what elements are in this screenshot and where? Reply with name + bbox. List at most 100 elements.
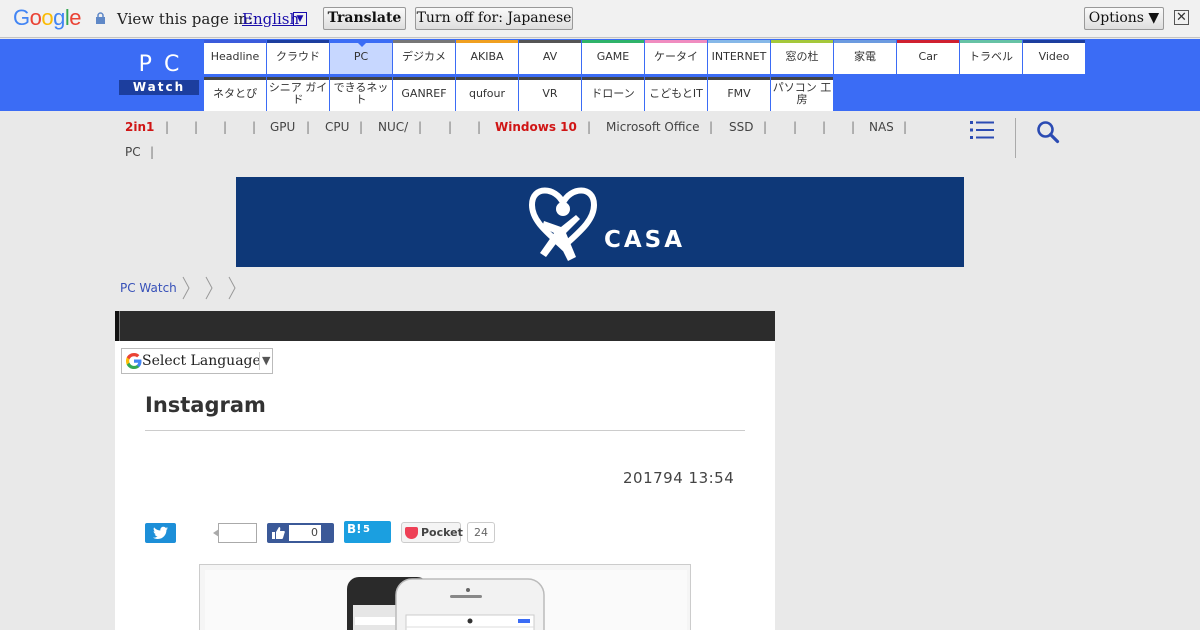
twitter-share-button[interactable] xyxy=(145,523,176,543)
keyword-link[interactable]: NUC/ xyxy=(378,120,408,134)
nav-item-label: ケータイ xyxy=(654,50,698,63)
nav-item[interactable]: ドローン xyxy=(582,77,644,111)
chevron-right-icon xyxy=(228,276,236,300)
nav-item-label: INTERNET xyxy=(711,50,767,63)
thumbs-up-icon xyxy=(272,527,285,539)
nav-item-label: できるネット xyxy=(333,81,389,106)
nav-item-label: 家電 xyxy=(854,50,876,63)
keyword-link[interactable]: Microsoft Office xyxy=(606,120,699,134)
article-header-bar xyxy=(115,311,775,341)
divider xyxy=(1015,118,1016,158)
nav-item[interactable]: パソコン 工房 xyxy=(771,77,833,111)
nav-item[interactable]: GAME xyxy=(582,40,644,74)
hatena-count: 5 xyxy=(363,524,370,535)
translate-button[interactable]: Translate xyxy=(323,7,406,30)
nav-item-label: GAME xyxy=(596,50,630,63)
breadcrumb-home[interactable]: PC Watch xyxy=(120,281,177,295)
nav-item[interactable]: PC xyxy=(330,40,392,74)
nav-item[interactable]: qufour xyxy=(456,77,518,111)
article-title: Instagram xyxy=(145,393,266,417)
pocket-label: Pocket xyxy=(421,526,463,539)
facebook-like-button[interactable]: 0 xyxy=(267,523,334,543)
nav-item-label: 窓の杜 xyxy=(785,50,819,63)
language-select[interactable]: Select Language ▼ xyxy=(121,348,273,374)
nav-item[interactable]: トラベル xyxy=(960,40,1022,74)
nav-item-label: パソコン 工房 xyxy=(772,81,832,106)
google-g-icon xyxy=(126,353,142,369)
nav-item-label: トラベル xyxy=(969,50,1013,63)
logo-watch: Watch xyxy=(119,80,199,95)
nav-item[interactable]: VR xyxy=(519,77,581,111)
keyword-link[interactable]: Windows 10 xyxy=(495,120,577,134)
article: Select Language ▼ Instagram 201794 13:54… xyxy=(115,311,775,630)
keyword-link[interactable]: 2in1 xyxy=(125,120,154,134)
nav-item-label: GANREF xyxy=(401,87,447,100)
phone-image xyxy=(205,570,687,630)
close-icon[interactable]: ✕ xyxy=(1174,10,1189,25)
facebook-count: 0 xyxy=(289,525,321,541)
chevron-right-icon xyxy=(205,276,213,300)
article-date: 201794 13:54 xyxy=(623,469,735,487)
nav-item[interactable]: AV xyxy=(519,40,581,74)
chevron-right-icon xyxy=(182,276,190,300)
nav-item[interactable]: Video xyxy=(1023,40,1085,74)
share-count-bubble xyxy=(213,523,257,543)
article-image[interactable] xyxy=(199,564,691,630)
nav-item-label: VR xyxy=(542,87,558,100)
keyword-link[interactable]: GPU xyxy=(270,120,295,134)
logo-pc: PC xyxy=(138,52,192,77)
nav-item[interactable]: 窓の杜 xyxy=(771,40,833,74)
hatena-bookmark-button[interactable]: B! 5 xyxy=(344,521,391,543)
site-header: PC Watch Headline クラウド PC デジカメ AKIBA AV GAME ケー… xyxy=(0,39,1200,111)
chevron-down-icon[interactable]: ▼ xyxy=(293,12,307,26)
nav-item[interactable]: ネタとぴ xyxy=(204,77,266,111)
nav-item[interactable]: 家電 xyxy=(834,40,896,74)
translate-prompt: View this page in: xyxy=(117,10,254,28)
search-icon[interactable] xyxy=(1036,120,1060,144)
language-select-label: Select Language xyxy=(142,353,261,369)
category-nav: Headline クラウド PC デジカメ AKIBA AV GAME ケータイ INTERNE… xyxy=(204,40,1085,111)
nav-item-label: ドローン xyxy=(591,87,635,100)
nav-item-label: PC xyxy=(353,50,369,63)
divider xyxy=(145,430,745,431)
pocket-button[interactable]: Pocket xyxy=(401,522,463,543)
turn-off-button[interactable]: Turn off for: Japanese xyxy=(415,7,573,30)
nav-item[interactable]: クラウド xyxy=(267,40,329,74)
nav-item[interactable]: ケータイ xyxy=(645,40,707,74)
nav-item-label: Video xyxy=(1038,50,1070,63)
nav-item-label: Headline xyxy=(210,50,260,63)
keyword-link[interactable]: PC xyxy=(125,145,141,159)
nav-item[interactable]: FMV xyxy=(708,77,770,111)
twitter-icon xyxy=(153,526,168,539)
menu-icon[interactable] xyxy=(970,121,994,139)
nav-item[interactable]: こどもとIT xyxy=(645,77,707,111)
google-logo: Google xyxy=(13,5,82,30)
hatena-icon: B! xyxy=(347,522,362,536)
nav-item-label: AV xyxy=(542,50,558,63)
nav-item[interactable]: デジカメ xyxy=(393,40,455,74)
nav-item-label: FMV xyxy=(727,87,751,100)
nav-item[interactable]: AKIBA xyxy=(456,40,518,74)
translate-bar: Google View this page in: English ▼ Tran… xyxy=(0,0,1200,38)
nav-item-label: AKIBA xyxy=(470,50,504,63)
nav-item[interactable]: シニア ガイド xyxy=(267,77,329,111)
casa-logo-icon xyxy=(528,187,598,261)
nav-item[interactable]: Car xyxy=(897,40,959,74)
language-link[interactable]: English xyxy=(242,10,299,28)
nav-item[interactable]: INTERNET xyxy=(708,40,770,74)
nav-item[interactable]: Headline xyxy=(204,40,266,74)
banner-ad[interactable]: CASA xyxy=(236,177,964,267)
site-logo[interactable]: PC Watch xyxy=(119,53,199,95)
nav-item-label: こどもとIT xyxy=(649,87,703,100)
pocket-icon xyxy=(405,527,418,539)
pocket-count: 24 xyxy=(467,522,495,543)
keyword-link[interactable]: CPU xyxy=(325,120,349,134)
keyword-link[interactable]: NAS xyxy=(869,120,894,134)
nav-item[interactable]: できるネット xyxy=(330,77,392,111)
nav-item-label: Car xyxy=(918,50,938,63)
nav-item-label: ネタとぴ xyxy=(213,87,257,100)
nav-item-label: シニア ガイド xyxy=(268,81,328,106)
options-button[interactable]: Options ▼ xyxy=(1084,7,1164,30)
keyword-link[interactable]: SSD xyxy=(729,120,753,134)
nav-item[interactable]: GANREF xyxy=(393,77,455,111)
